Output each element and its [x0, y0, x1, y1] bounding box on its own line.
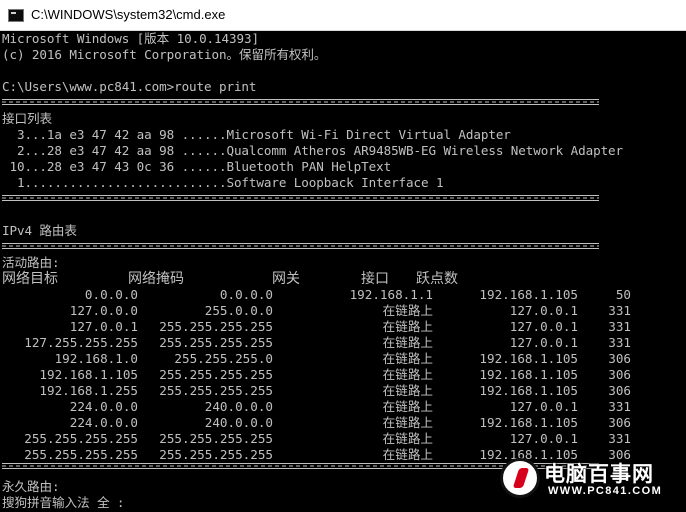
route-gateway: 在链路上 [382, 399, 433, 414]
route-gateway: 在链路上 [382, 415, 433, 430]
route-netmask: 255.255.255.255 [159, 367, 273, 382]
route-metric: 306 [608, 351, 631, 366]
route-metric: 306 [608, 415, 631, 430]
route-netmask: 255.255.255.255 [159, 383, 273, 398]
route-destination: 192.168.1.255 [39, 383, 138, 398]
route-destination: 255.255.255.255 [24, 431, 138, 446]
route-destination: 224.0.0.0 [69, 399, 138, 414]
route-destination: 127.0.0.1 [69, 319, 138, 334]
route-interface: 192.168.1.105 [479, 383, 578, 398]
route-netmask: 240.0.0.0 [204, 415, 273, 430]
route-interface: 127.0.0.1 [509, 335, 578, 350]
active-routes-title: 活动路由: [2, 255, 60, 270]
route-destination: 255.255.255.255 [24, 447, 138, 462]
route-interface: 127.0.0.1 [509, 303, 578, 318]
route-netmask: 240.0.0.0 [204, 399, 273, 414]
route-metric: 331 [608, 303, 631, 318]
route-interface: 192.168.1.105 [479, 367, 578, 382]
ipv4-table-title: IPv4 路由表 [2, 223, 77, 238]
route-gateway: 在链路上 [382, 335, 433, 350]
route-gateway: 在链路上 [382, 319, 433, 334]
column-header-interface: 接口 [361, 271, 389, 287]
route-destination: 224.0.0.0 [69, 415, 138, 430]
route-metric: 331 [608, 431, 631, 446]
console-line-version: Microsoft Windows [版本 10.0.14393] [2, 31, 259, 46]
site-logo-icon [500, 458, 540, 498]
console-line-copyright: (c) 2016 Microsoft Corporation。保留所有权利。 [2, 47, 327, 62]
separator-rule [2, 99, 599, 105]
route-metric: 306 [608, 367, 631, 382]
route-destination: 0.0.0.0 [84, 287, 138, 302]
route-gateway: 192.168.1.1 [349, 287, 433, 302]
route-destination: 127.0.0.0 [69, 303, 138, 318]
route-interface: 192.168.1.105 [479, 287, 578, 302]
route-gateway: 在链路上 [382, 303, 433, 318]
route-metric: 331 [608, 399, 631, 414]
console-line-command: C:\Users\www.pc841.com>route print [2, 79, 257, 94]
separator-rule [2, 195, 599, 201]
route-netmask: 255.255.255.255 [159, 431, 273, 446]
interface-line: 10...28 e3 47 43 0c 36 ......Bluetooth P… [2, 159, 392, 174]
route-netmask: 255.0.0.0 [204, 303, 273, 318]
route-netmask: 0.0.0.0 [219, 287, 273, 302]
route-gateway: 在链路上 [382, 367, 433, 382]
interface-line: 1...........................Software Loo… [2, 175, 444, 190]
title-bar[interactable]: C:\WINDOWS\system32\cmd.exe [0, 0, 686, 31]
console-area[interactable]: Microsoft Windows [版本 10.0.14393] (c) 20… [0, 31, 686, 512]
column-header-netmask: 网络掩码 [128, 271, 184, 287]
route-interface: 127.0.0.1 [509, 431, 578, 446]
route-interface: 127.0.0.1 [509, 319, 578, 334]
ime-status-line: 搜狗拼音输入法 全 : [2, 495, 125, 510]
route-interface: 127.0.0.1 [509, 399, 578, 414]
route-interface: 192.168.1.105 [479, 351, 578, 366]
window-title: C:\WINDOWS\system32\cmd.exe [31, 7, 226, 22]
route-netmask: 255.255.255.255 [159, 319, 273, 334]
route-netmask: 255.255.255.255 [159, 447, 273, 462]
route-netmask: 255.255.255.0 [174, 351, 273, 366]
route-metric: 50 [615, 287, 631, 302]
route-interface: 192.168.1.105 [479, 415, 578, 430]
watermark-url: WWW.PC841.COM [548, 485, 663, 497]
route-gateway: 在链路上 [382, 447, 433, 462]
watermark-name: 电脑百事网 [544, 462, 654, 486]
route-destination: 192.168.1.105 [39, 367, 138, 382]
interface-list-title: 接口列表 [2, 111, 52, 126]
route-metric: 331 [608, 319, 631, 334]
route-gateway: 在链路上 [382, 351, 433, 366]
persistent-routes-title: 永久路由: [2, 479, 60, 494]
route-destination: 127.255.255.255 [24, 335, 138, 350]
separator-rule [2, 243, 599, 249]
column-header-gateway: 网关 [272, 271, 300, 287]
route-gateway: 在链路上 [382, 431, 433, 446]
site-watermark: 电脑百事网 WWW.PC841.COM [500, 458, 678, 502]
cmd-console-icon [8, 9, 24, 22]
route-destination: 192.168.1.0 [54, 351, 138, 366]
column-header-destination: 网络目标 [2, 271, 58, 287]
column-header-metric: 跃点数 [416, 271, 458, 287]
route-metric: 306 [608, 383, 631, 398]
route-metric: 331 [608, 335, 631, 350]
interface-line: 3...1a e3 47 42 aa 98 ......Microsoft Wi… [2, 127, 511, 142]
route-gateway: 在链路上 [382, 383, 433, 398]
route-netmask: 255.255.255.255 [159, 335, 273, 350]
interface-line: 2...28 e3 47 42 aa 98 ......Qualcomm Ath… [2, 143, 624, 158]
